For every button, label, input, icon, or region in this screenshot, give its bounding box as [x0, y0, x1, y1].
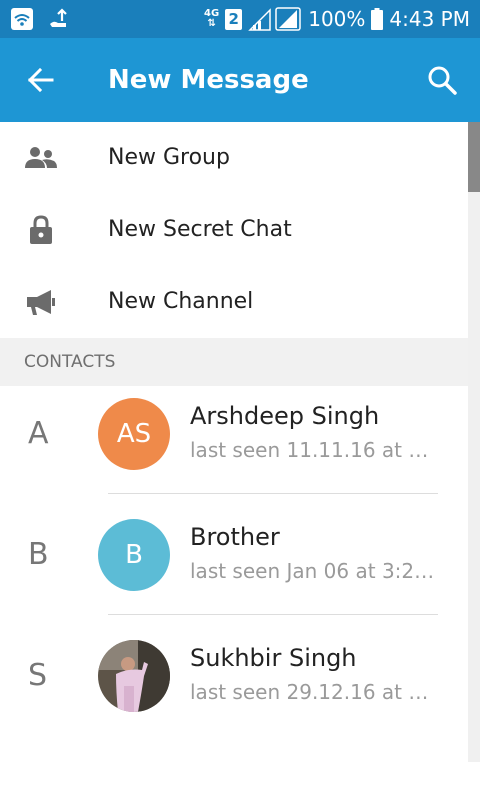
- menu-item-label: New Secret Chat: [108, 217, 292, 242]
- menu-item-new-group[interactable]: New Group: [0, 122, 468, 194]
- contact-row[interactable]: B B Brother last seen Jan 06 at 3:24 PM: [0, 507, 468, 615]
- contact-name: Sukhbir Singh: [190, 644, 357, 672]
- notification-icons: [10, 7, 72, 31]
- last-seen-status: last seen Jan 06 at 3:24 PM: [190, 559, 440, 583]
- sim-slot-badge: 2: [225, 8, 243, 30]
- scrollbar-track[interactable]: [468, 122, 480, 762]
- search-icon: [428, 66, 457, 95]
- wifi-icon: [10, 7, 34, 31]
- signal-icon: [248, 6, 302, 32]
- status-bar: 4G ⇅ 2 100% 4:43 PM: [0, 0, 480, 38]
- last-seen-status: last seen 29.12.16 at 4:05 PM: [190, 680, 440, 704]
- section-letter: A: [28, 416, 49, 451]
- contact-row[interactable]: A AS Arshdeep Singh last seen 11.11.16 a…: [0, 386, 468, 494]
- back-button[interactable]: [22, 62, 62, 98]
- menu-item-new-channel[interactable]: New Channel: [0, 266, 468, 338]
- section-letter: S: [28, 658, 48, 693]
- avatar-photo: [98, 640, 170, 712]
- menu-item-new-secret-chat[interactable]: New Secret Chat: [0, 194, 468, 266]
- section-header-label: CONTACTS: [24, 352, 116, 372]
- contact-name: Arshdeep Singh: [190, 402, 380, 430]
- status-indicators: 4G ⇅ 2 100% 4:43 PM: [204, 0, 470, 38]
- usb-transfer-icon: [48, 7, 72, 31]
- scrollbar-thumb[interactable]: [468, 122, 480, 192]
- avatar: B: [98, 519, 170, 591]
- contact-row[interactable]: S Sukhbir Singh last seen 29.12.16 at 4:…: [0, 628, 468, 736]
- battery-percentage: 100%: [308, 7, 366, 31]
- menu-item-label: New Group: [108, 145, 230, 170]
- search-button[interactable]: [424, 62, 460, 98]
- divider: [108, 614, 438, 615]
- contact-name: Brother: [190, 523, 280, 551]
- contacts-section-header: CONTACTS: [0, 338, 468, 386]
- avatar: AS: [98, 398, 170, 470]
- arrow-back-icon: [27, 67, 54, 93]
- network-type-indicator: 4G ⇅: [204, 8, 220, 29]
- clock: 4:43 PM: [389, 7, 470, 31]
- last-seen-status: last seen 11.11.16 at 10:42 PM: [190, 438, 440, 462]
- page-title: New Message: [108, 65, 309, 95]
- group-icon: [24, 142, 58, 174]
- section-letter: B: [28, 537, 49, 572]
- menu-item-label: New Channel: [108, 289, 254, 314]
- lock-icon: [24, 214, 58, 246]
- battery-icon: [371, 8, 384, 30]
- megaphone-icon: [24, 286, 58, 318]
- divider: [108, 493, 438, 494]
- app-bar: New Message: [0, 38, 480, 122]
